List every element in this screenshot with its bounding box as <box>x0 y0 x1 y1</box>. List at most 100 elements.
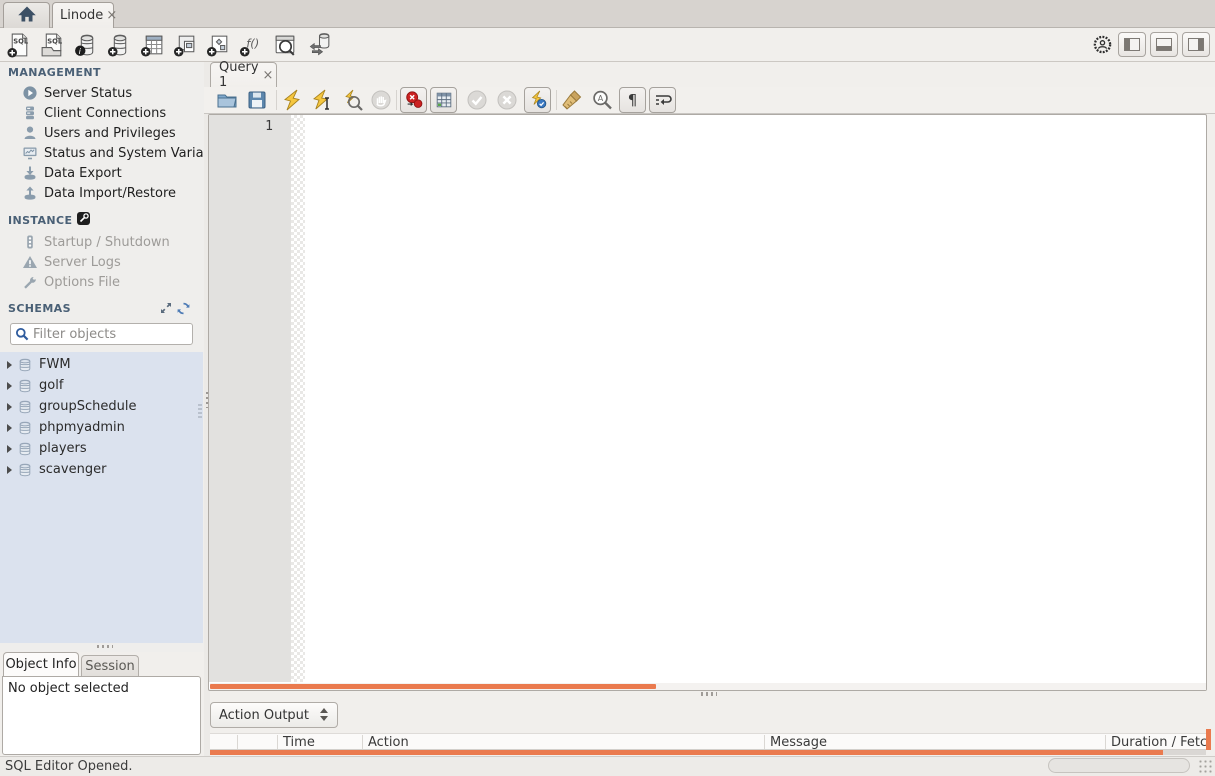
commit-icon[interactable] <box>466 89 488 111</box>
refresh-schemas-icon[interactable] <box>177 302 190 319</box>
invisibles-toggle[interactable]: ¶ <box>619 87 646 113</box>
editor-hscrollbar[interactable] <box>210 683 1206 690</box>
new-sql-tab-button[interactable]: SQL <box>6 32 33 59</box>
schemas-section-header: SCHEMAS <box>8 302 71 315</box>
search-icon <box>15 327 29 341</box>
rollback-icon[interactable] <box>496 89 518 111</box>
open-script-icon[interactable] <box>216 89 238 111</box>
data-import-icon <box>22 185 38 201</box>
search-table-data-button[interactable] <box>272 32 299 59</box>
toolbar-separator <box>556 90 557 110</box>
tab-object-info[interactable]: Object Info <box>3 652 79 676</box>
beautify-icon[interactable] <box>561 89 583 111</box>
explain-icon[interactable] <box>341 89 363 111</box>
limit-rows-toggle[interactable] <box>430 87 457 113</box>
status-message: SQL Editor Opened. <box>5 759 133 774</box>
schema-row-groupschedule[interactable]: groupSchedule <box>0 396 203 417</box>
object-info-panel: No object selected <box>2 676 201 755</box>
schema-filter[interactable] <box>10 323 193 345</box>
info-panel-splitter-grip[interactable] <box>97 645 113 648</box>
toggle-left-panel-button[interactable] <box>1118 32 1146 57</box>
execute-current-icon[interactable] <box>311 89 333 111</box>
wrap-toggle[interactable] <box>649 87 676 113</box>
schema-row-golf[interactable]: golf <box>0 375 203 396</box>
tab-session[interactable]: Session <box>81 655 139 676</box>
connection-tab[interactable]: Linode × <box>52 2 117 28</box>
sidebar-item-server-status[interactable]: Server Status <box>0 83 204 103</box>
schema-row-phpmyadmin[interactable]: phpmyadmin <box>0 417 203 438</box>
schema-row-players[interactable]: players <box>0 438 203 459</box>
create-function-button[interactable]: f() <box>238 32 265 59</box>
line-number: 1 <box>265 119 273 134</box>
window-resize-grip[interactable] <box>1199 760 1213 774</box>
schema-icon <box>18 463 32 477</box>
sidebar-item-server-logs[interactable]: Server Logs <box>0 252 204 272</box>
create-schema-button[interactable] <box>106 32 133 59</box>
output-selector[interactable]: Action Output <box>210 702 338 728</box>
editor-output-splitter-grip[interactable] <box>701 692 717 696</box>
expander-icon[interactable] <box>7 402 12 411</box>
home-tab[interactable] <box>3 2 50 28</box>
client-connections-icon <box>22 105 38 121</box>
close-icon[interactable]: × <box>263 68 274 83</box>
execute-icon[interactable] <box>281 89 303 111</box>
expander-icon[interactable] <box>7 360 12 369</box>
data-transfer-button[interactable] <box>306 32 333 59</box>
stop-icon[interactable] <box>370 89 392 111</box>
schema-list-scroll-indicator[interactable] <box>198 404 202 418</box>
toolbar-separator <box>276 90 277 110</box>
sidebar-item-options-file[interactable]: Options File <box>0 272 204 292</box>
editor-toolbar: A ¶ <box>204 87 1215 114</box>
mysql-workbench-window: Linode × SQL SQL i f() MANAGEMENT Server… <box>0 0 1215 776</box>
editor-hscroll-thumb[interactable] <box>210 684 656 689</box>
sidebar-item-startup-shutdown[interactable]: Startup / Shutdown <box>0 232 204 252</box>
object-info-message: No object selected <box>8 681 129 696</box>
sidebar-item-client-connections[interactable]: Client Connections <box>0 103 204 123</box>
query-tab[interactable]: Query 1 × <box>210 60 277 90</box>
sidebar-item-data-import[interactable]: Data Import/Restore <box>0 183 204 203</box>
instance-admin-badge-icon <box>77 212 91 229</box>
sidebar-item-status-system-variables[interactable]: Status and System Variables <box>0 143 204 163</box>
expander-icon[interactable] <box>7 423 12 432</box>
sql-editor[interactable]: 1 <box>208 114 1207 691</box>
action-output-hscrollbar[interactable] <box>210 750 1206 755</box>
find-icon[interactable]: A <box>591 89 613 111</box>
info-panel-tabs: Object Info Session <box>0 652 204 676</box>
action-output-vscroll-thumb[interactable] <box>1206 729 1211 750</box>
close-icon[interactable]: × <box>106 8 117 23</box>
expander-icon[interactable] <box>7 381 12 390</box>
column-time[interactable]: Time <box>283 735 315 749</box>
options-file-icon <box>22 274 38 290</box>
stop-on-error-toggle[interactable] <box>400 87 427 113</box>
open-sql-script-button[interactable]: SQL <box>39 32 66 59</box>
schema-icon <box>18 442 32 456</box>
pane-toggle-group <box>1118 32 1210 57</box>
autocommit-toggle[interactable] <box>524 87 551 113</box>
schema-filter-input[interactable] <box>33 326 183 342</box>
admin-gear-icon[interactable] <box>1092 34 1113 55</box>
create-table-button[interactable] <box>139 32 166 59</box>
toggle-right-panel-button[interactable] <box>1182 32 1210 57</box>
main-toolbar: SQL SQL i f() <box>0 29 1215 62</box>
save-script-icon[interactable] <box>246 89 268 111</box>
toggle-bottom-panel-button[interactable] <box>1150 32 1178 57</box>
editor-gutter: 1 <box>209 115 291 682</box>
sidebar: MANAGEMENT Server Status Client Connecti… <box>0 62 204 652</box>
schema-row-scavenger[interactable]: scavenger <box>0 459 203 480</box>
schema-row-fwm[interactable]: FWM <box>0 354 203 375</box>
column-message[interactable]: Message <box>770 735 827 749</box>
data-export-icon <box>22 165 38 181</box>
expander-icon[interactable] <box>7 465 12 474</box>
expand-schemas-icon[interactable] <box>160 302 172 318</box>
spinner-icon <box>320 708 328 721</box>
expander-icon[interactable] <box>7 444 12 453</box>
sidebar-item-data-export[interactable]: Data Export <box>0 163 204 183</box>
column-duration-fetch[interactable]: Duration / Fetch <box>1111 735 1206 749</box>
schema-inspector-button[interactable]: i <box>73 32 100 59</box>
action-output-hscroll-thumb[interactable] <box>210 750 1163 755</box>
create-view-button[interactable] <box>172 32 199 59</box>
sidebar-item-users-privileges[interactable]: Users and Privileges <box>0 123 204 143</box>
schema-icon <box>18 400 32 414</box>
create-procedure-button[interactable] <box>205 32 232 59</box>
column-action[interactable]: Action <box>368 735 409 749</box>
